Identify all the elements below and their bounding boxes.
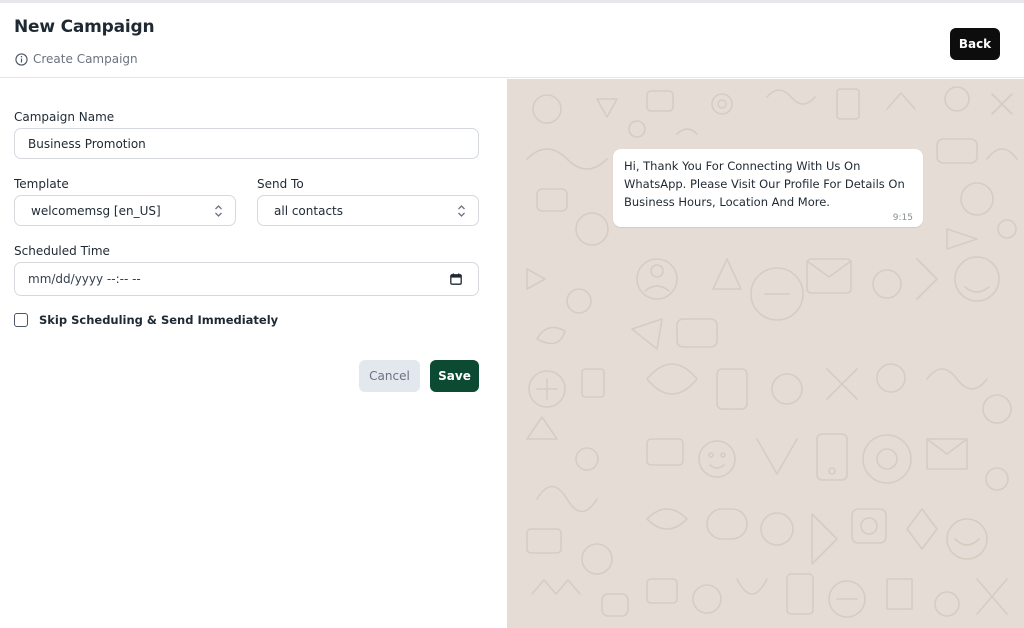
- scheduled-time-input[interactable]: mm/dd/yyyy --:-- --: [14, 262, 479, 296]
- page-header: New Campaign Create Campaign Back: [0, 3, 1024, 78]
- chevron-up-down-icon: [458, 204, 465, 217]
- chevron-up-down-icon: [215, 204, 222, 217]
- save-button[interactable]: Save: [430, 360, 479, 392]
- message-text: Hi, Thank You For Connecting With Us On …: [624, 159, 905, 209]
- skip-scheduling-label[interactable]: Skip Scheduling & Send Immediately: [39, 313, 278, 327]
- message-bubble: Hi, Thank You For Connecting With Us On …: [613, 149, 923, 227]
- send-to-select[interactable]: all contacts: [257, 195, 479, 226]
- message-time: 9:15: [892, 213, 913, 223]
- cancel-button[interactable]: Cancel: [359, 360, 420, 392]
- campaign-name-label: Campaign Name: [14, 110, 115, 124]
- campaign-name-value: Business Promotion: [28, 136, 146, 151]
- info-icon: [15, 52, 28, 66]
- calendar-icon[interactable]: [450, 273, 462, 285]
- page-title: New Campaign: [14, 17, 155, 37]
- send-to-label: Send To: [257, 177, 304, 191]
- template-label: Template: [14, 177, 69, 191]
- template-selected-value: welcomemsg [en_US]: [31, 203, 161, 218]
- whatsapp-preview: Hi, Thank You For Connecting With Us On …: [507, 79, 1024, 628]
- breadcrumb-label: Create Campaign: [33, 52, 138, 66]
- scheduled-time-label: Scheduled Time: [14, 244, 110, 258]
- skip-scheduling-row[interactable]: Skip Scheduling & Send Immediately: [14, 313, 278, 327]
- template-select[interactable]: welcomemsg [en_US]: [14, 195, 236, 226]
- breadcrumb: Create Campaign: [15, 52, 138, 66]
- skip-scheduling-checkbox[interactable]: [14, 313, 28, 327]
- back-button[interactable]: Back: [950, 28, 1000, 60]
- campaign-form: Campaign Name Business Promotion Templat…: [0, 79, 507, 628]
- scheduled-time-placeholder: mm/dd/yyyy --:-- --: [28, 272, 141, 286]
- send-to-selected-value: all contacts: [274, 203, 343, 218]
- campaign-name-input[interactable]: Business Promotion: [14, 128, 479, 159]
